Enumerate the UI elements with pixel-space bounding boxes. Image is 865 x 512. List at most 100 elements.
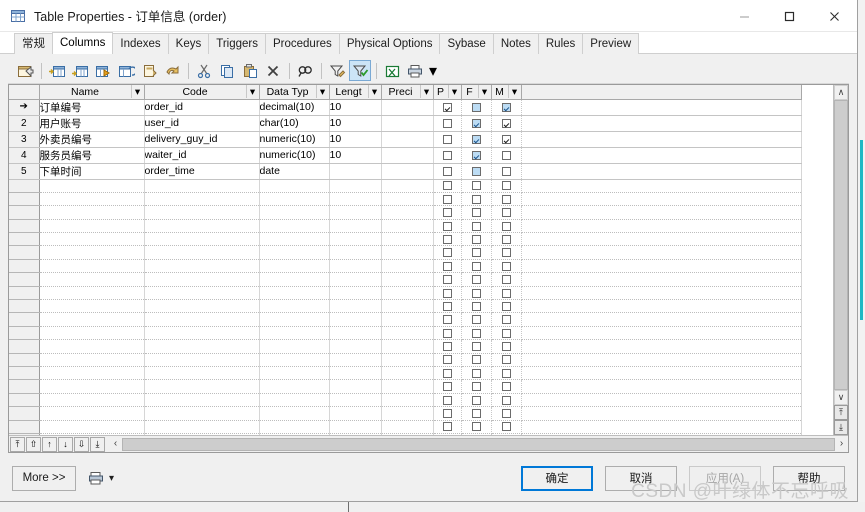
cell-precision[interactable] [381, 420, 434, 434]
cell-precision[interactable] [381, 286, 434, 301]
cell-name[interactable] [39, 366, 145, 381]
table-row[interactable] [9, 272, 802, 287]
cell-datatype[interactable] [259, 286, 330, 301]
cell-f[interactable] [461, 339, 492, 354]
cell-p[interactable] [433, 205, 462, 220]
print-icon[interactable] [404, 60, 426, 81]
cell-precision[interactable] [381, 192, 434, 207]
f-checkbox[interactable] [471, 422, 481, 432]
cell-f[interactable] [461, 420, 492, 434]
m-checkbox[interactable] [501, 166, 511, 176]
cell-code[interactable] [144, 179, 260, 193]
cell-p[interactable] [433, 379, 462, 394]
cell-f[interactable] [461, 312, 492, 327]
p-checkbox[interactable] [442, 181, 452, 191]
table-row[interactable] [9, 406, 802, 421]
m-checkbox[interactable] [501, 315, 511, 325]
row-header[interactable] [9, 406, 40, 421]
m-checkbox[interactable] [501, 181, 511, 191]
cell-length[interactable] [329, 312, 382, 327]
cell-p[interactable] [433, 339, 462, 354]
cell-name[interactable] [39, 393, 145, 408]
cell-length[interactable] [329, 259, 382, 274]
row-header[interactable] [9, 366, 40, 381]
cell-m[interactable] [491, 286, 522, 301]
cell-code[interactable] [144, 245, 260, 260]
move-to-bottom-button[interactable]: ⤓ [90, 436, 105, 452]
duplicate-icon[interactable] [138, 60, 160, 81]
cell-code[interactable] [144, 272, 260, 287]
cell-f[interactable] [461, 219, 492, 234]
cell-length[interactable] [329, 339, 382, 354]
table-row[interactable]: 5 下单时间 order_time date [9, 163, 802, 180]
cell-length[interactable]: 10 [329, 147, 382, 164]
cancel-button[interactable]: 取消 [605, 465, 677, 491]
cell-name[interactable] [39, 245, 145, 260]
move-up-all-button[interactable]: ⇧ [26, 436, 41, 452]
cell-m[interactable] [491, 245, 522, 260]
cell-code[interactable]: order_id [144, 99, 260, 116]
row-header[interactable] [9, 272, 40, 287]
cell-datatype[interactable]: numeric(10) [259, 131, 330, 148]
cell-length[interactable] [329, 326, 382, 341]
cell-name[interactable] [39, 179, 145, 193]
m-checkbox[interactable] [501, 288, 511, 298]
scroll-track[interactable] [834, 100, 848, 390]
cell-code[interactable] [144, 232, 260, 247]
cell-length[interactable] [329, 192, 382, 207]
chevron-down-icon[interactable]: ▾ [367, 85, 381, 99]
cell-precision[interactable] [381, 272, 434, 287]
p-checkbox[interactable] [442, 275, 452, 285]
row-header[interactable] [9, 299, 40, 314]
help-button[interactable]: 帮助 [773, 465, 845, 491]
p-checkbox[interactable] [442, 118, 452, 128]
row-header[interactable]: 5 [9, 163, 40, 180]
cell-length[interactable]: 10 [329, 99, 382, 116]
f-checkbox[interactable] [471, 208, 481, 218]
cell-p[interactable] [433, 192, 462, 207]
cell-f[interactable] [461, 99, 492, 116]
cell-code[interactable] [144, 420, 260, 434]
cell-datatype[interactable] [259, 232, 330, 247]
tab-columns[interactable]: Columns [52, 32, 114, 54]
cell-name[interactable] [39, 232, 145, 247]
cell-p[interactable] [433, 245, 462, 260]
cell-p[interactable] [433, 299, 462, 314]
f-checkbox[interactable] [471, 221, 481, 231]
p-checkbox[interactable] [442, 288, 452, 298]
m-checkbox[interactable] [501, 355, 511, 365]
cell-precision[interactable] [381, 131, 434, 148]
table-row[interactable] [9, 192, 802, 207]
m-checkbox[interactable] [501, 409, 511, 419]
f-checkbox[interactable] [471, 134, 481, 144]
tab-procedures[interactable]: Procedures [265, 33, 340, 54]
cell-f[interactable] [461, 406, 492, 421]
table-row[interactable] [9, 312, 802, 327]
cell-datatype[interactable] [259, 205, 330, 220]
f-checkbox[interactable] [471, 150, 481, 160]
p-checkbox[interactable] [442, 395, 452, 405]
m-checkbox[interactable] [501, 395, 511, 405]
column-header-datatype[interactable]: Data Typ ▾ [259, 85, 330, 100]
cell-length[interactable] [329, 245, 382, 260]
p-checkbox[interactable] [442, 166, 452, 176]
cell-code[interactable] [144, 339, 260, 354]
cell-code[interactable]: delivery_guy_id [144, 131, 260, 148]
cell-p[interactable] [433, 393, 462, 408]
cell-name[interactable] [39, 205, 145, 220]
cell-name[interactable] [39, 353, 145, 367]
cell-datatype[interactable]: numeric(10) [259, 147, 330, 164]
table-row[interactable] [9, 326, 802, 341]
cell-m[interactable] [491, 131, 522, 148]
m-checkbox[interactable] [501, 134, 511, 144]
table-row[interactable] [9, 219, 802, 234]
cell-precision[interactable] [381, 379, 434, 394]
cell-precision[interactable] [381, 339, 434, 354]
chevron-down-icon[interactable]: ▾ [447, 85, 461, 99]
cell-p[interactable] [433, 163, 462, 180]
p-checkbox[interactable] [442, 328, 452, 338]
cell-code[interactable] [144, 286, 260, 301]
cell-code[interactable] [144, 219, 260, 234]
tab-physical-options[interactable]: Physical Options [338, 33, 441, 54]
cell-precision[interactable] [381, 147, 434, 164]
